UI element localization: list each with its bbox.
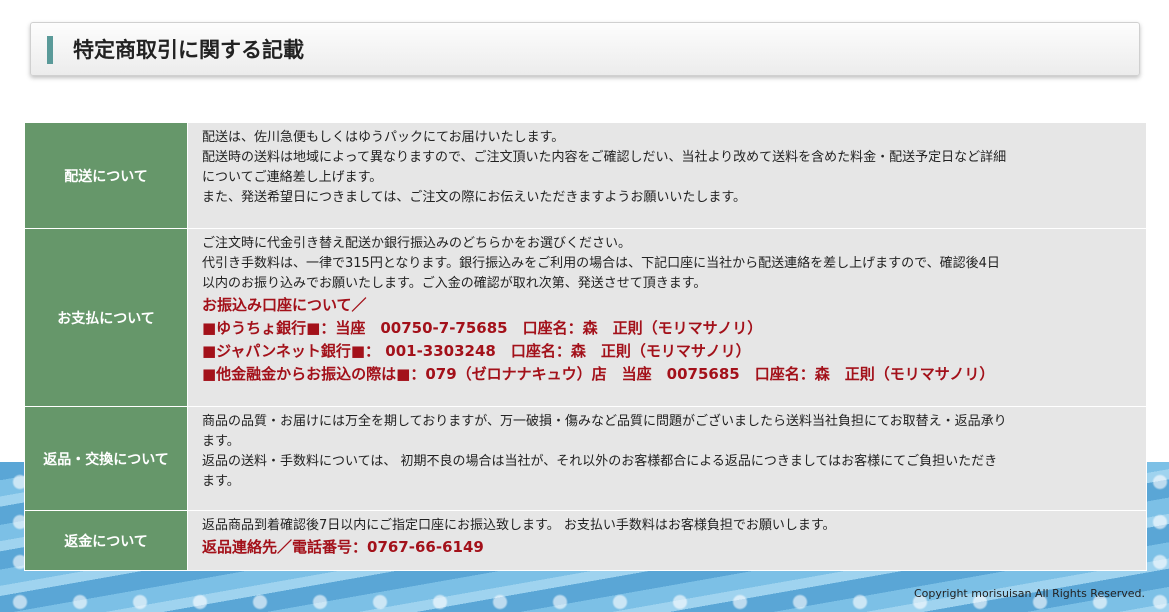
row-label-shipping: 配送について xyxy=(24,122,188,229)
text-line: についてご連絡差し上げます。 xyxy=(202,170,383,185)
row-label-returns: 返品・交換について xyxy=(24,406,188,511)
row-content-payment: ご注文時に代金引き替え配送か銀行振込みのどちらかをお選びください。 代引き手数料… xyxy=(187,228,1147,407)
page-header: 特定商取引に関する記載 xyxy=(30,22,1140,76)
row-content-returns: 商品の品質・お届けには万全を期しておりますが、万一破損・傷みなど品質に問題がござ… xyxy=(187,406,1147,511)
table-row-refund: 返金について 返品商品到着確認後7日以内にご指定口座にお振込致します。 お支払い… xyxy=(24,510,1147,571)
text-line: ご注文時に代金引き替え配送か銀行振込みのどちらかをお選びください。 xyxy=(202,236,632,251)
bank-account-yucho: ■ゆうちょ銀行■：当座 00750-7-75685 口座名：森 正則（モリマサノ… xyxy=(202,319,763,337)
return-contact-phone: 返品連絡先／電話番号：0767-66-6149 xyxy=(202,538,484,556)
text-line: 配送時の送料は地域によって異なりますので、ご注文頂いた内容をご確認しだい、当社よ… xyxy=(202,150,1007,165)
text-line: 代引き手数料は、一律で315円となります。銀行振込みをご利用の場合は、下記口座に… xyxy=(202,256,1000,271)
row-label-refund: 返金について xyxy=(24,510,188,571)
bank-account-heading: お振込み口座について／ xyxy=(202,296,367,314)
table-row-shipping: 配送について 配送は、佐川急便もしくはゆうパックにてお届けいたします。 配送時の… xyxy=(24,122,1147,229)
text-line: 返品商品到着確認後7日以内にご指定口座にお振込致します。 お支払い手数料はお客様… xyxy=(202,518,836,533)
row-content-refund: 返品商品到着確認後7日以内にご指定口座にお振込致します。 お支払い手数料はお客様… xyxy=(187,510,1147,571)
text-line: 配送は、佐川急便もしくはゆうパックにてお届けいたします。 xyxy=(202,130,565,145)
text-line: また、発送希望日につきましては、ご注文の際にお伝えいただきますようお願いいたしま… xyxy=(202,190,747,205)
text-line: ます。 xyxy=(202,474,240,489)
text-line: ます。 xyxy=(202,434,240,449)
table-row-payment: お支払について ご注文時に代金引き替え配送か銀行振込みのどちらかをお選びください… xyxy=(24,228,1147,407)
copyright-text: Copyright morisuisan All Rights Reserved… xyxy=(914,587,1145,600)
text-line: 以内のお振り込みでお願いたします。ご入金の確認が取れ次第、発送させて頂きます。 xyxy=(202,276,707,291)
header-accent-bar xyxy=(47,36,53,64)
table-row-returns: 返品・交換について 商品の品質・お届けには万全を期しておりますが、万一破損・傷み… xyxy=(24,406,1147,511)
page-title: 特定商取引に関する記載 xyxy=(73,38,304,62)
bank-account-japannet: ■ジャパンネット銀行■： 001-3303248 口座名：森 正則（モリマサノリ… xyxy=(202,342,751,360)
row-label-payment: お支払について xyxy=(24,228,188,407)
commerce-info-table: 配送について 配送は、佐川急便もしくはゆうパックにてお届けいたします。 配送時の… xyxy=(24,122,1147,571)
bank-account-other: ■他金融金からお振込の際は■：079（ゼロナナキュウ）店 当座 0075685 … xyxy=(202,365,995,383)
row-content-shipping: 配送は、佐川急便もしくはゆうパックにてお届けいたします。 配送時の送料は地域によ… xyxy=(187,122,1147,229)
text-line: 返品の送料・手数料については、 初期不良の場合は当社が、それ以外のお客様都合によ… xyxy=(202,454,998,469)
text-line: 商品の品質・お届けには万全を期しておりますが、万一破損・傷みなど品質に問題がござ… xyxy=(202,414,1007,429)
